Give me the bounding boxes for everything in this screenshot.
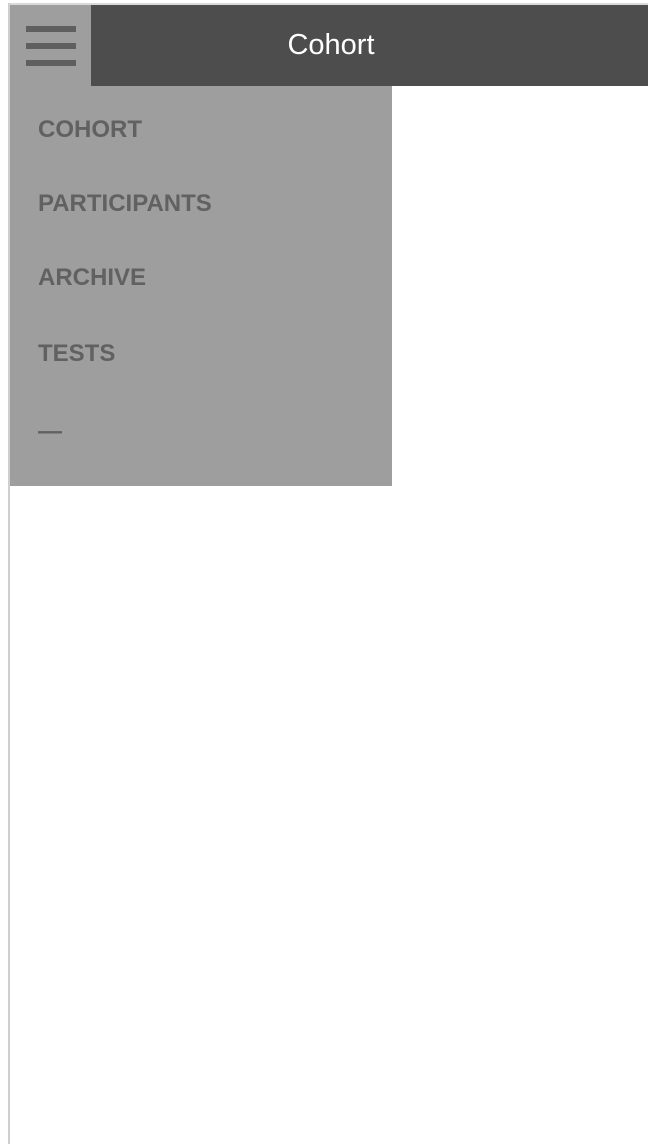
drawer-item-participants[interactable]: PARTICIPANTS: [38, 190, 212, 218]
drawer-item-archive[interactable]: ARCHIVE: [38, 264, 146, 292]
page-title: Cohort: [287, 29, 375, 61]
drawer-item-tests[interactable]: TESTS: [38, 340, 115, 368]
navigation-drawer: COHORT PARTICIPANTS ARCHIVE TESTS —: [10, 86, 392, 486]
app-window: Cohort COHORT PARTICIPANTS ARCHIVE TESTS…: [0, 0, 648, 1144]
drawer-item-cohort[interactable]: COHORT: [38, 116, 142, 144]
menu-toggle-button[interactable]: [10, 5, 91, 86]
hamburger-menu-icon: [26, 26, 76, 68]
menu-bar-top: [26, 26, 76, 32]
drawer-item-more[interactable]: —: [38, 418, 62, 446]
menu-bar-middle: [26, 43, 76, 49]
menu-bar-bottom: [26, 60, 76, 66]
